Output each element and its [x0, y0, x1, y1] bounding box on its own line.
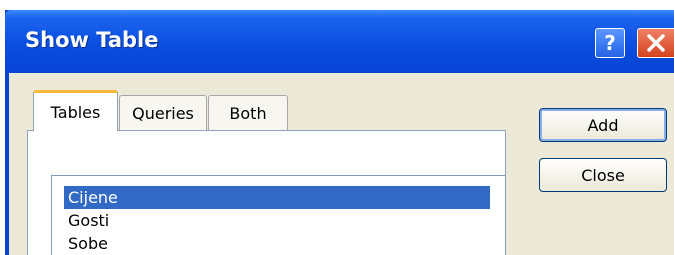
help-button[interactable]: ? — [595, 28, 625, 58]
tab-both[interactable]: Both — [208, 95, 288, 130]
add-button[interactable]: Add — [539, 108, 667, 142]
show-table-dialog: Show Table ? Tables Queries Both Cijene … — [5, 10, 674, 255]
dialog-title: Show Table — [25, 28, 159, 52]
tab-label: Both — [229, 103, 267, 123]
tab-queries[interactable]: Queries — [119, 95, 207, 130]
close-window-button[interactable] — [637, 28, 674, 58]
table-listbox[interactable]: Cijene Gosti Sobe — [51, 175, 506, 255]
list-item-gosti[interactable]: Gosti — [64, 209, 490, 232]
tab-tables[interactable]: Tables — [33, 90, 118, 131]
help-icon: ? — [604, 31, 616, 55]
list-item-label: Sobe — [68, 234, 108, 253]
list-item-sobe[interactable]: Sobe — [64, 232, 490, 255]
tab-label: Queries — [132, 103, 194, 123]
close-button[interactable]: Close — [539, 158, 667, 192]
add-button-label: Add — [587, 115, 619, 135]
list-item-label: Cijene — [68, 188, 118, 207]
list-item-cijene[interactable]: Cijene — [64, 186, 490, 209]
tab-label: Tables — [50, 102, 101, 122]
title-bar[interactable]: Show Table ? — [5, 10, 674, 73]
list-item-label: Gosti — [68, 211, 110, 230]
close-icon — [647, 34, 665, 52]
close-button-label: Close — [581, 165, 625, 185]
dialog-body: Tables Queries Both Cijene Gosti Sobe Ad… — [9, 73, 674, 255]
